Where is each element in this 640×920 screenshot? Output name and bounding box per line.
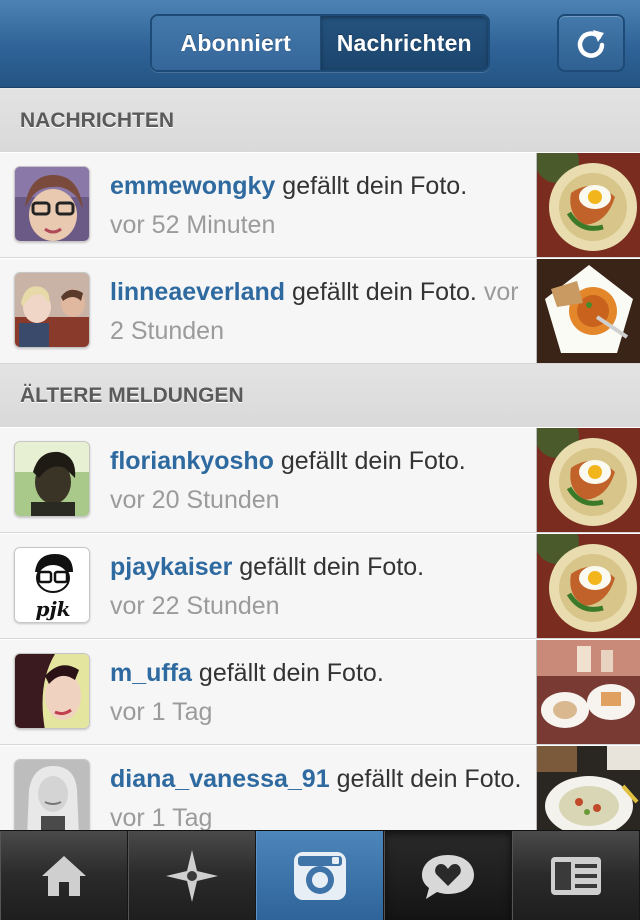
notification-action: gefällt dein Foto. [282, 172, 468, 200]
username-link[interactable]: m_uffa [110, 659, 192, 687]
notification-action: gefällt dein Foto. [280, 447, 466, 475]
profile-icon [551, 857, 601, 895]
notification-row[interactable]: emmewongky gefällt dein Foto. vor 52 Min… [0, 152, 640, 258]
tab-camera[interactable] [256, 831, 384, 920]
notification-time: vor 1 Tag [110, 804, 213, 832]
photo-thumbnail[interactable] [536, 534, 640, 638]
feed-segmented-control: Abonniert Nachrichten [150, 14, 490, 72]
bottom-tab-bar [0, 830, 640, 920]
refresh-button[interactable] [557, 14, 625, 72]
notification-action: gefällt dein Foto. [336, 765, 522, 793]
avatar[interactable] [14, 166, 90, 242]
tab-abonniert[interactable]: Abonniert [152, 16, 321, 70]
home-icon [42, 856, 86, 896]
avatar[interactable] [14, 441, 90, 517]
notification-time: vor 1 Tag [110, 698, 213, 726]
username-link[interactable]: emmewongky [110, 172, 275, 200]
notification-action: gefällt dein Foto. [292, 278, 477, 306]
tab-home[interactable] [0, 831, 128, 920]
notification-time: vor 52 Minuten [110, 211, 276, 239]
section-header-aeltere-meldungen: ÄLTERE MELDUNGEN [0, 364, 640, 428]
username-link[interactable]: linneaeverland [110, 278, 285, 306]
notification-row[interactable]: pjk pjaykaiser gefällt dein Foto. vor 22… [0, 533, 640, 639]
notification-row[interactable]: floriankyosho gefällt dein Foto. vor 20 … [0, 427, 640, 533]
avatar[interactable] [14, 759, 90, 835]
tab-activity[interactable] [384, 831, 512, 920]
avatar[interactable]: pjk [14, 547, 90, 623]
avatar[interactable] [14, 653, 90, 729]
notification-text: diana_vanessa_91 gefällt dein Foto. vor … [110, 760, 525, 838]
notification-text: m_uffa gefällt dein Foto. vor 1 Tag [110, 654, 525, 732]
notification-text: floriankyosho gefällt dein Foto. vor 20 … [110, 442, 525, 520]
section-header-nachrichten: NACHRICHTEN [0, 89, 640, 153]
notification-text: pjaykaiser gefällt dein Foto. vor 22 Stu… [110, 548, 525, 626]
notification-row[interactable]: m_uffa gefällt dein Foto. vor 1 Tag [0, 639, 640, 745]
notification-action: gefällt dein Foto. [239, 553, 425, 581]
avatar[interactable] [14, 272, 90, 348]
notification-action: gefällt dein Foto. [198, 659, 384, 687]
tab-profile[interactable] [512, 831, 640, 920]
notification-text: linneaeverland gefällt dein Foto. vor 2 … [110, 273, 525, 351]
activity-icon [422, 855, 474, 899]
photo-thumbnail[interactable] [536, 640, 640, 744]
notification-time: vor 22 Stunden [110, 592, 280, 620]
photo-thumbnail[interactable] [536, 259, 640, 363]
photo-thumbnail[interactable] [536, 428, 640, 532]
camera-icon [294, 852, 346, 900]
photo-thumbnail[interactable] [536, 153, 640, 257]
notification-text: emmewongky gefällt dein Foto. vor 52 Min… [110, 167, 525, 245]
avatar-monogram: pjk [35, 597, 70, 621]
top-navigation-bar: Abonniert Nachrichten [0, 0, 640, 88]
username-link[interactable]: pjaykaiser [110, 553, 232, 581]
username-link[interactable]: floriankyosho [110, 447, 274, 475]
refresh-icon [577, 30, 605, 58]
notification-row[interactable]: diana_vanessa_91 gefällt dein Foto. vor … [0, 745, 640, 850]
explore-icon [166, 850, 218, 902]
notification-time: vor 20 Stunden [110, 486, 280, 514]
tab-nachrichten[interactable]: Nachrichten [320, 16, 488, 70]
username-link[interactable]: diana_vanessa_91 [110, 765, 330, 793]
notification-row[interactable]: linneaeverland gefällt dein Foto. vor 2 … [0, 258, 640, 364]
tab-explore[interactable] [128, 831, 256, 920]
